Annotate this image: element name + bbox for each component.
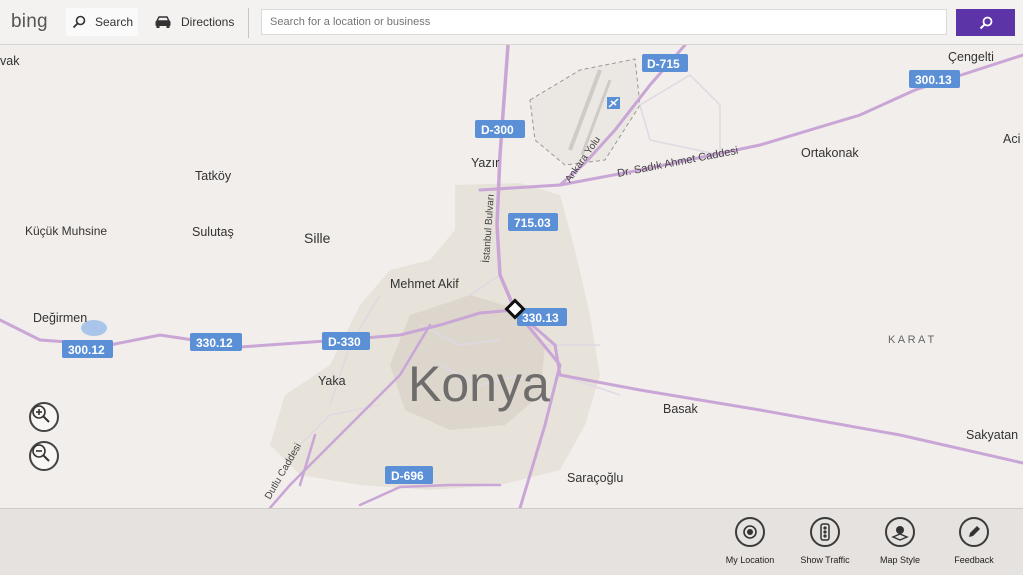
place-kucuk-muhsine: Küçük Muhsine	[25, 224, 107, 238]
place-sille: Sille	[304, 230, 331, 246]
directions-label: Directions	[181, 15, 235, 29]
place-mehmet-akif: Mehmet Akif	[390, 277, 459, 291]
place-karat: K A R A T	[888, 334, 935, 346]
shield-d300: D-300	[481, 123, 514, 137]
place-cengelti: Çengelti	[948, 50, 994, 64]
bing-logo[interactable]: bing	[11, 11, 48, 33]
map-canvas[interactable]: Dr. Sadık Ahmet Caddesi Ankara Yolu İsta…	[0, 45, 1023, 508]
place-sakyatan: Sakyatan	[966, 428, 1018, 442]
place-yaka: Yaka	[318, 374, 346, 388]
my-location-icon	[735, 517, 765, 547]
shield-300-12: 300.12	[68, 343, 105, 357]
city-label-konya: Konya	[408, 356, 550, 412]
map-style-icon	[885, 517, 915, 547]
directions-button[interactable]: Directions	[148, 8, 238, 36]
search-tab-button[interactable]: Search	[66, 8, 138, 36]
shield-d696: D-696	[391, 469, 424, 483]
zoom-in-icon	[32, 405, 50, 423]
show-traffic-button[interactable]: Show Traffic	[790, 517, 860, 565]
top-bar: bing Search Directions	[0, 0, 1023, 45]
place-aci: Aci	[1003, 132, 1020, 146]
place-saracoglu: Saraçoğlu	[567, 471, 623, 485]
search-icon	[72, 15, 86, 29]
place-vak: vak	[0, 54, 20, 68]
map-style-label: Map Style	[879, 555, 921, 565]
place-yazir: Yazır	[471, 156, 499, 170]
place-tatkoy: Tatköy	[195, 169, 232, 183]
pencil-icon	[959, 517, 989, 547]
search-go-button[interactable]	[956, 9, 1015, 36]
shield-d330: D-330	[328, 335, 361, 349]
zoom-in-button[interactable]	[29, 402, 59, 432]
place-degirmen: Değirmen	[33, 311, 87, 325]
traffic-light-icon	[810, 517, 840, 547]
car-icon	[155, 16, 171, 28]
shield-715-03: 715.03	[514, 216, 551, 230]
my-location-label: My Location	[725, 555, 775, 565]
feedback-label: Feedback	[954, 555, 994, 565]
map-svg[interactable]: Dr. Sadık Ahmet Caddesi Ankara Yolu İsta…	[0, 45, 1023, 508]
place-ortakonak: Ortakonak	[801, 146, 859, 160]
shield-330-13: 330.13	[522, 311, 559, 325]
place-sulutas: Sulutaş	[192, 225, 234, 239]
search-icon	[979, 16, 992, 29]
app-bar: My Location Show Traffic Map Style Feedb…	[0, 508, 1023, 575]
my-location-button[interactable]: My Location	[715, 517, 785, 565]
shield-330-12: 330.12	[196, 336, 233, 350]
feedback-button[interactable]: Feedback	[939, 517, 1009, 565]
zoom-out-icon	[32, 444, 50, 462]
location-search-input[interactable]	[261, 9, 947, 35]
shield-d715: D-715	[647, 57, 680, 71]
toolbar-divider	[248, 8, 249, 38]
map-style-button[interactable]: Map Style	[865, 517, 935, 565]
zoom-out-button[interactable]	[29, 441, 59, 471]
place-basak: Basak	[663, 402, 698, 416]
shield-300-13-top: 300.13	[915, 73, 952, 87]
search-tab-label: Search	[95, 15, 134, 29]
show-traffic-label: Show Traffic	[800, 555, 850, 565]
